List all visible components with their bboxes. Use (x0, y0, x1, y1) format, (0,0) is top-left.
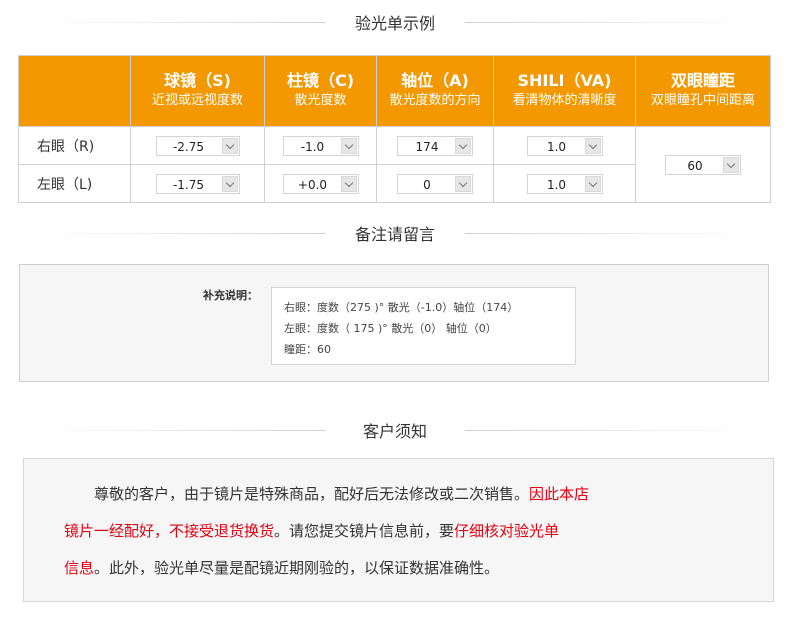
chevron-down-icon (455, 137, 471, 154)
table-header-row: 球镜（S) 近视或远视度数 柱镜（C) 散光度数 轴位（A) 散光度数的方向 SHIL… (18, 55, 771, 127)
left-axis-select[interactable]: 0 (397, 173, 473, 194)
notes-line-right: 右眼：度数（275 )° 散光（-1.0）轴位（174） (284, 301, 519, 314)
chevron-down-icon (340, 175, 357, 192)
left-va-select[interactable]: 1.0 (526, 173, 603, 194)
notice-section-title: 客户须知 (0, 418, 790, 442)
prescription-title: 验光单示例 (346, 10, 443, 34)
left-eye-label: 左眼（L) (18, 164, 131, 203)
notice-line-3: 信息。此外，验光单尽量是配镜近期刚验的，以保证数据准确性。 (64, 559, 500, 577)
right-sphere-select[interactable]: -2.75 (155, 135, 240, 156)
right-cylinder-select[interactable]: -1.0 (282, 135, 359, 156)
header-pd: 双眼瞳距 双眼瞳孔中间距离 (635, 55, 771, 127)
notice-title: 客户须知 (354, 418, 435, 442)
right-va-select[interactable]: 1.0 (526, 135, 603, 156)
chevron-down-icon (584, 175, 601, 192)
left-cylinder-select[interactable]: +0.0 (282, 173, 359, 194)
header-va: SHILI（VA) 看清物体的清晰度 (493, 55, 636, 127)
chevron-down-icon (723, 156, 739, 173)
notice-line-2: 镜片一经配好，不接受退货换货。请您提交镜片信息前，要仔细核对验光单 (64, 522, 560, 540)
chevron-down-icon (584, 137, 601, 154)
chevron-down-icon (455, 175, 471, 192)
prescription-table: 球镜（S) 近视或远视度数 柱镜（C) 散光度数 轴位（A) 散光度数的方向 SHIL… (18, 55, 771, 203)
notice-line-1: 尊敬的客户，由于镜片是特殊商品，配好后无法修改或二次销售。因此本店 (94, 485, 590, 503)
notes-panel: 补充说明： 右眼：度数（275 )° 散光（-1.0）轴位（174） 左眼：度数… (19, 264, 769, 382)
right-eye-label: 右眼（R) (18, 126, 131, 165)
right-axis-select[interactable]: 174 (397, 135, 473, 156)
notes-line-pd: 瞳距：60 (284, 343, 331, 356)
left-sphere-select[interactable]: -1.75 (155, 173, 240, 194)
header-axis: 轴位（A) 散光度数的方向 (376, 55, 494, 127)
header-sphere: 球镜（S) 近视或远视度数 (130, 55, 265, 127)
notes-section-title: 备注请留言 (0, 221, 790, 245)
notes-label: 补充说明： (203, 289, 258, 302)
pd-select[interactable]: 60 (665, 154, 741, 175)
chevron-down-icon (221, 137, 238, 154)
notice-panel: 尊敬的客户，由于镜片是特殊商品，配好后无法修改或二次销售。因此本店 镜片一经配好… (23, 458, 774, 602)
notes-title: 备注请留言 (346, 221, 443, 245)
prescription-section-title: 验光单示例 (0, 10, 790, 34)
header-empty (18, 55, 131, 127)
header-cylinder: 柱镜（C) 散光度数 (264, 55, 377, 127)
notes-textarea[interactable]: 右眼：度数（275 )° 散光（-1.0）轴位（174） 左眼：度数（ 175 … (271, 287, 576, 365)
chevron-down-icon (221, 175, 238, 192)
chevron-down-icon (340, 137, 357, 154)
table-row-right-eye: 右眼（R) -2.75 -1.0 174 1.0 60 (18, 126, 771, 203)
notes-line-left: 左眼：度数（ 175 )° 散光（0） 轴位（0） (284, 322, 497, 335)
